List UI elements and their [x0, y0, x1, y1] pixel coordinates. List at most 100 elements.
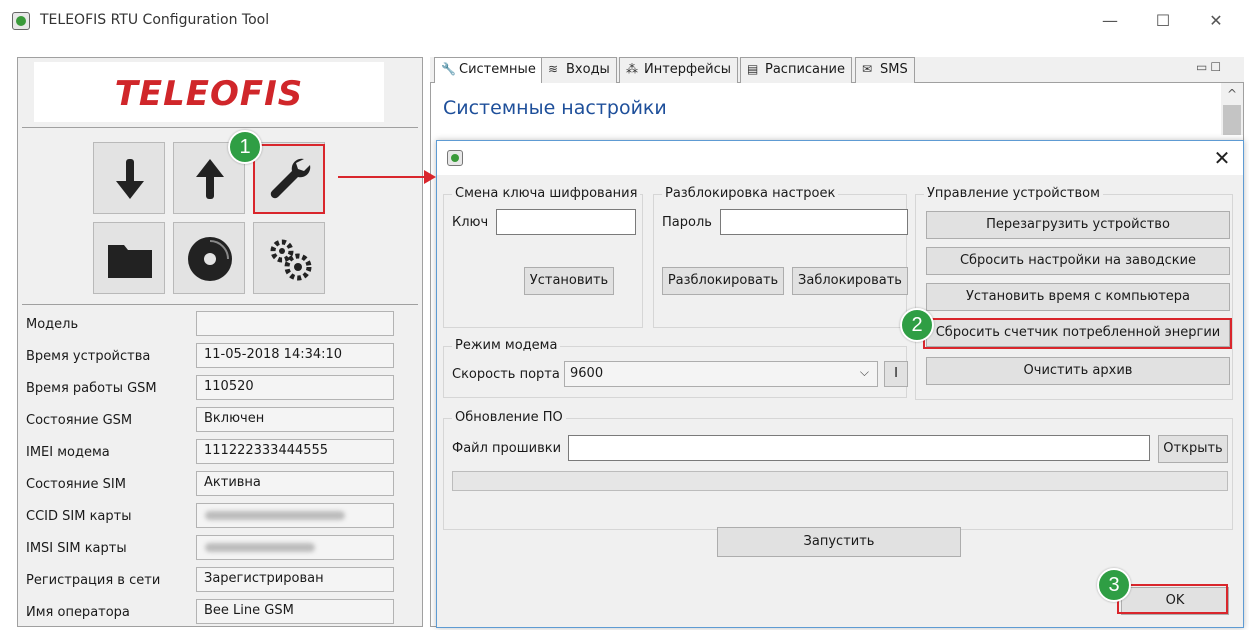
firmware-update-group: Обновление ПО Файл прошивки Открыть [443, 410, 1233, 530]
step-badge-1: 1 [228, 130, 262, 164]
group-legend: Режим модема [452, 338, 561, 353]
folder-icon [108, 245, 152, 278]
tab-label: Входы [566, 62, 610, 77]
chevron-down-icon: ⌵ [859, 365, 869, 379]
divider [22, 127, 418, 128]
tab-label: Расписание [765, 62, 845, 77]
unlock-button[interactable]: Разблокировать [662, 267, 784, 295]
read-config-button[interactable] [93, 142, 165, 214]
device-management-dialog: ✕ Смена ключа шифрования Ключ Установить… [436, 140, 1244, 628]
arrow-icon [338, 170, 436, 184]
highlight-ok-button [1117, 584, 1228, 614]
network-icon: ⁂ [626, 62, 638, 76]
imei-label: IMEI модема [26, 445, 110, 460]
group-legend: Разблокировка настроек [662, 186, 839, 201]
step-badge-2: 2 [900, 308, 934, 342]
scrollbar[interactable]: ^ [1221, 83, 1243, 135]
logo: TELEOFIS [34, 62, 384, 122]
highlight-reset-energy-button [923, 318, 1232, 349]
device-time-label: Время устройства [26, 349, 151, 364]
registration-field: Зарегистрирован [196, 567, 394, 592]
unlock-settings-group: Разблокировка настроек Пароль Разблокиро… [653, 186, 908, 328]
panel-title: Системные настройки [443, 97, 667, 119]
modem-extra-button[interactable]: I [884, 361, 908, 387]
gsm-uptime-field: 110520 [196, 375, 394, 400]
password-input[interactable] [720, 209, 908, 235]
tab-system[interactable]: 🔧 Системные [434, 57, 543, 84]
logo-text: TELEOFIS [114, 74, 304, 114]
tab-label: Системные [459, 62, 536, 77]
open-file-button[interactable] [93, 222, 165, 294]
port-speed-select[interactable]: 9600 ⌵ [564, 361, 878, 387]
tab-label: Интерфейсы [644, 62, 732, 77]
imsi-field [196, 535, 394, 560]
gsm-uptime-label: Время работы GSM [26, 381, 157, 396]
modem-mode-group: Режим модема Скорость порта 9600 ⌵ I [443, 338, 908, 398]
firmware-progress-bar [452, 471, 1228, 491]
lock-button[interactable]: Заблокировать [792, 267, 908, 295]
key-label: Ключ [452, 215, 489, 230]
ccid-field [196, 503, 394, 528]
group-legend: Смена ключа шифрования [452, 186, 641, 201]
firmware-file-label: Файл прошивки [452, 441, 562, 456]
envelope-icon: ✉ [862, 62, 873, 76]
group-legend: Управление устройством [924, 186, 1103, 201]
run-update-button[interactable]: Запустить [717, 527, 961, 557]
set-key-button[interactable]: Установить [524, 267, 614, 295]
app-icon [12, 12, 30, 30]
device-management-group: Управление устройством Перезагрузить уст… [915, 186, 1233, 400]
left-panel: TELEOFIS Модель Время устройства 11-05-2… [17, 57, 423, 627]
sim-state-field: Активна [196, 471, 394, 496]
highlight-settings-button [253, 144, 325, 214]
open-file-button[interactable]: Открыть [1158, 435, 1228, 463]
database-icon: ≋ [548, 62, 559, 76]
port-speed-value: 9600 [570, 366, 604, 381]
gsm-state-label: Состояние GSM [26, 413, 133, 428]
redacted-value [205, 543, 315, 552]
step-badge-3: 3 [1097, 568, 1131, 602]
key-change-group: Смена ключа шифрования Ключ Установить [443, 186, 643, 328]
password-label: Пароль [662, 215, 712, 230]
imei-field: 111222333444555 [196, 439, 394, 464]
group-legend: Обновление ПО [452, 410, 566, 425]
operator-label: Имя оператора [26, 605, 130, 620]
port-speed-label: Скорость порта [452, 367, 560, 382]
model-field [196, 311, 394, 336]
device-time-field: 11-05-2018 14:34:10 [196, 343, 394, 368]
scroll-thumb[interactable] [1223, 105, 1241, 135]
gears-icon [270, 239, 312, 281]
tab-interfaces[interactable]: ⁂ Интерфейсы [619, 57, 739, 83]
scroll-up-icon[interactable]: ^ [1221, 87, 1243, 101]
save-file-button[interactable] [173, 222, 245, 294]
divider [22, 304, 418, 305]
registration-label: Регистрация в сети [26, 573, 161, 588]
minimize-button[interactable]: — [1090, 8, 1130, 34]
wrench-icon: 🔧 [441, 62, 456, 76]
window-title: TELEOFIS RTU Configuration Tool [40, 12, 270, 28]
download-icon [116, 159, 144, 199]
dialog-close-button[interactable]: ✕ [1207, 145, 1237, 171]
sim-state-label: Состояние SIM [26, 477, 126, 492]
key-input[interactable] [496, 209, 636, 235]
ccid-label: CCID SIM карты [26, 509, 132, 524]
factory-reset-button[interactable]: Сбросить настройки на заводские [926, 247, 1230, 275]
tab-sms[interactable]: ✉ SMS [855, 57, 915, 83]
firmware-file-input[interactable] [568, 435, 1150, 461]
dialog-titlebar: ✕ [437, 141, 1243, 175]
reboot-device-button[interactable]: Перезагрузить устройство [926, 211, 1230, 239]
imsi-label: IMSI SIM карты [26, 541, 127, 556]
tab-label: SMS [880, 62, 908, 77]
upload-icon [196, 159, 224, 199]
operator-field: Bee Line GSM [196, 599, 394, 624]
maximize-button[interactable]: ☐ [1143, 8, 1183, 34]
document-icon: ▤ [747, 62, 759, 76]
tab-schedule[interactable]: ▤ Расписание [740, 57, 852, 83]
clear-archive-button[interactable]: Очистить архив [926, 357, 1230, 385]
panel-restore-icon[interactable]: ▭☐ [1196, 60, 1224, 74]
close-window-button[interactable]: ✕ [1196, 8, 1236, 34]
sync-time-button[interactable]: Установить время с компьютера [926, 283, 1230, 311]
advanced-settings-button[interactable] [253, 222, 325, 294]
gsm-state-field: Включен [196, 407, 394, 432]
tab-inputs[interactable]: ≋ Входы [541, 57, 617, 83]
model-label: Модель [26, 317, 79, 332]
